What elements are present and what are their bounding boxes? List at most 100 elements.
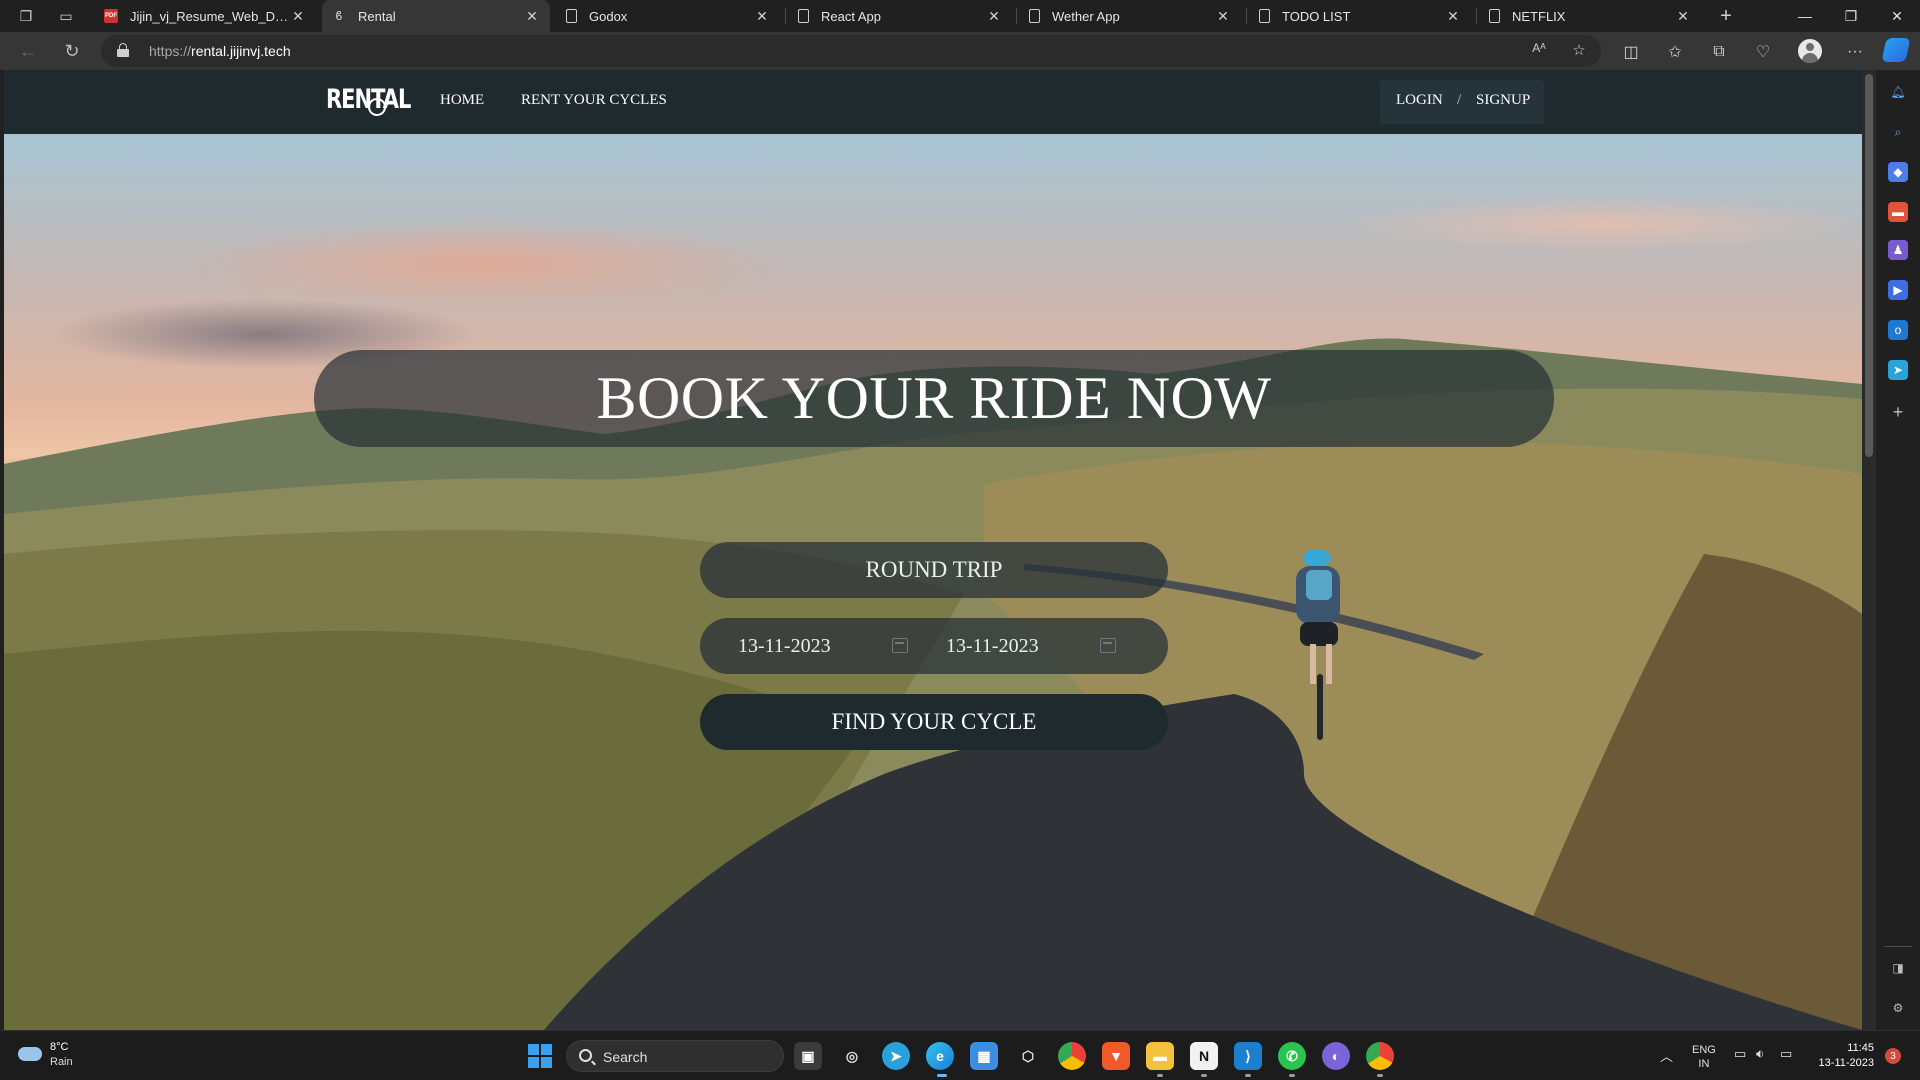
workspaces-icon[interactable]: ❐ bbox=[14, 4, 38, 28]
new-tab-icon[interactable]: + bbox=[1714, 4, 1738, 28]
headline-banner: BOOK YOUR RIDE NOW bbox=[314, 350, 1554, 447]
nav-home-link[interactable]: HOME bbox=[440, 92, 484, 109]
favorite-star-icon[interactable]: ☆ bbox=[1569, 41, 1589, 61]
add-sidebar-icon[interactable]: + bbox=[1888, 402, 1908, 422]
tab-godox[interactable]: Godox ✕ bbox=[556, 0, 780, 32]
close-window-icon[interactable]: ✕ bbox=[1874, 0, 1920, 32]
task-view-icon[interactable]: ▣ bbox=[794, 1042, 822, 1070]
close-tab-icon[interactable]: ✕ bbox=[1215, 8, 1231, 25]
chrome-profile-icon[interactable] bbox=[1366, 1042, 1394, 1070]
close-tab-icon[interactable]: ✕ bbox=[986, 8, 1002, 25]
lock-icon[interactable] bbox=[117, 43, 129, 57]
start-date-value[interactable]: 13-11-2023 bbox=[738, 635, 831, 658]
search-icon[interactable]: ⌕ bbox=[1888, 122, 1908, 142]
battery-icon[interactable]: ▭ bbox=[1780, 1046, 1792, 1062]
tab-actions-icon[interactable]: ▭ bbox=[54, 4, 78, 28]
tools-icon[interactable]: ▬ bbox=[1888, 202, 1908, 222]
tab-rental[interactable]: ϐ Rental ✕ bbox=[322, 0, 550, 32]
tab-wether-app[interactable]: Wether App ✕ bbox=[1019, 0, 1241, 32]
settings-gear-icon[interactable]: ⚙ bbox=[1888, 998, 1908, 1018]
tab-title: Jijin_vj_Resume_Web_Develope bbox=[130, 8, 290, 24]
telegram-icon[interactable]: ➤ bbox=[882, 1042, 910, 1070]
url-text[interactable]: https://rental.jijinvj.tech bbox=[149, 43, 291, 59]
start-date-input[interactable]: 13-11-2023 bbox=[700, 618, 908, 674]
volume-icon[interactable]: 🔉︎ bbox=[1756, 1046, 1764, 1062]
read-aloud-icon[interactable]: Aᴬ bbox=[1529, 41, 1549, 61]
calendar-icon[interactable] bbox=[1100, 638, 1116, 653]
clock-date: 13-11-2023 bbox=[1818, 1057, 1874, 1069]
games-icon[interactable]: ♟ bbox=[1888, 240, 1908, 260]
page-viewport: RENTAL HOME RENT YOUR CYCLES LOGIN / SIG… bbox=[4, 70, 1862, 1030]
browser-toolbar: ← ↻ https://rental.jijinvj.tech Aᴬ ☆ ◫ ✩… bbox=[0, 32, 1920, 70]
drop-icon[interactable]: ➤ bbox=[1888, 360, 1908, 380]
vscode-icon[interactable]: ⟩ bbox=[1234, 1042, 1262, 1070]
refresh-icon[interactable]: ↻ bbox=[60, 39, 84, 63]
tab-title: Rental bbox=[358, 8, 396, 24]
close-tab-icon[interactable]: ✕ bbox=[754, 8, 770, 25]
tor-browser-icon[interactable]: ◐ bbox=[1322, 1042, 1350, 1070]
whatsapp-icon[interactable]: ✆ bbox=[1278, 1042, 1306, 1070]
brave-icon[interactable]: ▼ bbox=[1102, 1042, 1130, 1070]
restore-icon[interactable]: ❐ bbox=[1828, 0, 1874, 32]
close-tab-icon[interactable]: ✕ bbox=[290, 8, 306, 25]
outlook-icon[interactable]: o bbox=[1888, 320, 1908, 340]
end-date-input[interactable]: 13-11-2023 bbox=[908, 618, 1116, 674]
back-icon[interactable]: ← bbox=[16, 39, 40, 63]
page-scrollbar[interactable] bbox=[1862, 70, 1876, 1030]
obs-icon[interactable]: ◎ bbox=[838, 1042, 866, 1070]
pdf-icon: PDF bbox=[104, 9, 118, 23]
network-icon[interactable]: ▭ bbox=[1734, 1046, 1746, 1062]
tab-resume[interactable]: PDF Jijin_vj_Resume_Web_Develope ✕ bbox=[94, 0, 316, 32]
copilot-sidebar-icon[interactable]: ▶ bbox=[1888, 280, 1908, 300]
microsoft-store-icon[interactable]: ▦ bbox=[970, 1042, 998, 1070]
shopping-tag-icon[interactable]: ◆ bbox=[1888, 162, 1908, 182]
close-tab-icon[interactable]: ✕ bbox=[1675, 8, 1691, 25]
unity-icon[interactable]: ⬡ bbox=[1014, 1042, 1042, 1070]
minimize-icon[interactable]: — bbox=[1782, 0, 1828, 32]
login-link[interactable]: LOGIN bbox=[1396, 92, 1443, 109]
notion-icon[interactable]: N bbox=[1190, 1042, 1218, 1070]
auth-separator: / bbox=[1457, 92, 1462, 108]
calendar-icon[interactable] bbox=[892, 638, 908, 653]
close-tab-icon[interactable]: ✕ bbox=[1445, 8, 1461, 25]
trip-type-select[interactable]: ROUND TRIP bbox=[700, 542, 1168, 598]
system-clock[interactable]: 11:45 13-11-2023 bbox=[1806, 1041, 1874, 1071]
browser-essentials-icon[interactable]: ♡ bbox=[1752, 41, 1774, 63]
hide-sidebar-icon[interactable]: ◨ bbox=[1888, 958, 1908, 978]
file-explorer-icon[interactable]: ▬ bbox=[1146, 1042, 1174, 1070]
chrome-icon[interactable] bbox=[1058, 1042, 1086, 1070]
page-icon bbox=[566, 9, 577, 23]
split-screen-icon[interactable]: ◫ bbox=[1620, 41, 1642, 63]
windows-start-icon[interactable] bbox=[528, 1044, 552, 1068]
search-icon bbox=[579, 1049, 592, 1062]
signup-link[interactable]: SIGNUP bbox=[1476, 92, 1530, 109]
language-indicator[interactable]: ENG IN bbox=[1692, 1043, 1716, 1071]
weather-condition: Rain bbox=[50, 1056, 73, 1068]
scrollbar-thumb[interactable] bbox=[1865, 74, 1873, 457]
page-icon bbox=[1259, 9, 1270, 23]
close-tab-icon[interactable]: ✕ bbox=[524, 8, 540, 25]
collections-icon[interactable]: ⧉ bbox=[1708, 41, 1730, 63]
taskbar-search[interactable]: Search bbox=[566, 1040, 784, 1072]
region-code: IN bbox=[1698, 1058, 1710, 1070]
page-icon bbox=[1489, 9, 1500, 23]
taskbar-search-label: Search bbox=[603, 1049, 648, 1065]
address-bar[interactable]: https://rental.jijinvj.tech Aᴬ ☆ bbox=[101, 35, 1601, 67]
end-date-value[interactable]: 13-11-2023 bbox=[946, 635, 1039, 658]
tab-react-app[interactable]: React App ✕ bbox=[788, 0, 1012, 32]
edge-icon[interactable]: e bbox=[926, 1042, 954, 1070]
notification-badge[interactable]: 3 bbox=[1885, 1048, 1901, 1064]
tab-todo-list[interactable]: TODO LIST ✕ bbox=[1249, 0, 1471, 32]
bicycle-icon: ϐ bbox=[335, 9, 343, 23]
find-cycle-button[interactable]: FIND YOUR CYCLE bbox=[700, 694, 1168, 750]
bell-icon[interactable]: 🔔︎ bbox=[1888, 82, 1908, 102]
favorites-icon[interactable]: ✩ bbox=[1664, 41, 1686, 63]
nav-rent-cycles-link[interactable]: RENT YOUR CYCLES bbox=[521, 92, 667, 109]
tab-netflix[interactable]: NETFLIX ✕ bbox=[1479, 0, 1701, 32]
weather-widget[interactable]: 8°C Rain bbox=[18, 1039, 88, 1073]
more-menu-icon[interactable]: ··· bbox=[1844, 41, 1866, 63]
tab-title: Wether App bbox=[1052, 8, 1120, 24]
profile-avatar[interactable] bbox=[1798, 39, 1822, 63]
tab-title: NETFLIX bbox=[1512, 8, 1566, 24]
show-hidden-icons-icon[interactable]: ︿ bbox=[1660, 1046, 1673, 1065]
